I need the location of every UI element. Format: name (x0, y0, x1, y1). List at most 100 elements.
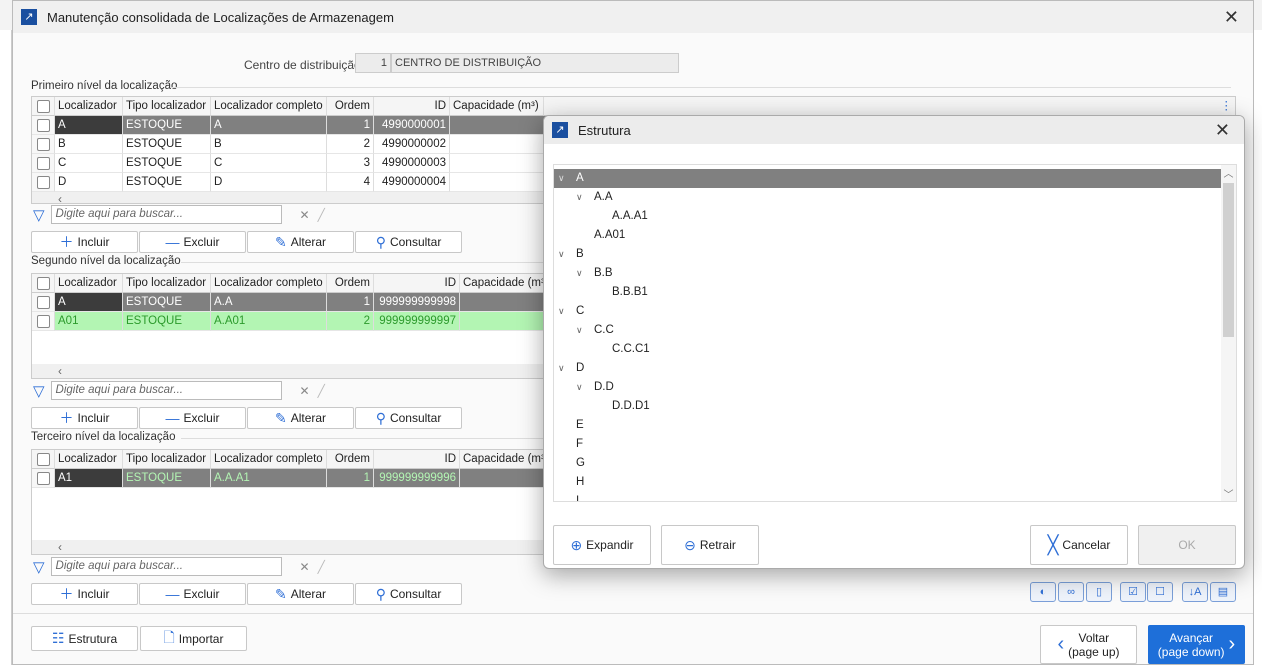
row-checkbox[interactable] (36, 296, 50, 309)
column-header[interactable]: Localizador completo (211, 274, 327, 293)
column-header[interactable]: Ordem (327, 274, 374, 293)
column-header[interactable]: Localizador completo (211, 97, 327, 116)
close-icon[interactable]: ✕ (1215, 120, 1230, 141)
level-3-title: Terceiro nível da localização (31, 431, 176, 443)
tree-node[interactable]: ∨ D.D (554, 378, 1222, 397)
edit-button[interactable]: ✎ Alterar (247, 231, 354, 253)
sort-az-icon[interactable]: ↓A (1182, 582, 1208, 602)
select-all-checkbox[interactable] (36, 277, 50, 290)
palette-icon[interactable]: ◐ (1030, 582, 1056, 602)
clear-icon[interactable]: ✕ (300, 384, 310, 398)
filter-icon[interactable]: ▽ (33, 558, 45, 576)
row-checkbox[interactable] (36, 119, 50, 132)
tree-node[interactable]: E (554, 416, 1222, 435)
chevron-down-icon[interactable]: ∨ (576, 188, 583, 207)
add-button[interactable]: ＋ Incluir (31, 231, 138, 253)
column-header[interactable]: Ordem (327, 97, 374, 116)
search-input[interactable]: Digite aqui para buscar... (50, 205, 282, 224)
column-header[interactable]: ID (374, 274, 460, 293)
tree-node[interactable]: ∨ D (554, 359, 1222, 378)
column-header[interactable]: Localizador completo (211, 450, 327, 469)
close-icon[interactable]: ✕ (1224, 7, 1239, 28)
chevron-down-icon[interactable]: ∨ (576, 321, 583, 340)
column-header[interactable]: Tipo localizador (123, 97, 211, 116)
tree-node[interactable]: I (554, 492, 1222, 501)
tree-node[interactable]: A.A.A1 (554, 207, 1222, 226)
column-header[interactable]: Capacidade (m³) (460, 450, 544, 469)
row-checkbox[interactable] (36, 157, 50, 170)
edit-button[interactable]: ✎ Alterar (247, 583, 354, 605)
structure-button[interactable]: ☷ Estrutura (31, 626, 138, 651)
search-input[interactable]: Digite aqui para buscar... (50, 557, 282, 576)
column-header[interactable]: Ordem (327, 450, 374, 469)
column-header[interactable]: Localizador (55, 274, 123, 293)
column-header[interactable]: Localizador (55, 450, 123, 469)
chevron-down-icon[interactable]: ∨ (576, 264, 583, 283)
tree-node[interactable]: ∨ C.C (554, 321, 1222, 340)
tree-node[interactable]: C.C.C1 (554, 340, 1222, 359)
clear-icon[interactable]: ✕ (300, 208, 310, 222)
tree-node[interactable]: ∨ A (554, 169, 1222, 188)
expand-icon: ⊕ (570, 536, 583, 553)
minus-icon: — (165, 410, 180, 426)
binoculars-icon[interactable]: ∞ (1058, 582, 1084, 602)
add-button[interactable]: ＋ Incluir (31, 407, 138, 429)
cell-ordem: 1 (327, 469, 374, 488)
delete-button[interactable]: — Excluir (139, 407, 246, 429)
chevron-down-icon[interactable]: ∨ (558, 302, 565, 321)
chevron-down-icon[interactable]: ∨ (558, 245, 565, 264)
filter-icon[interactable]: ▽ (33, 206, 45, 224)
clear-icon[interactable]: ✕ (300, 560, 310, 574)
next-button[interactable]: Avançar (page down) › (1148, 625, 1245, 664)
tree-node[interactable]: ∨ B.B (554, 264, 1222, 283)
export-xls-icon[interactable]: ▯ (1086, 582, 1112, 602)
structure-tree[interactable]: ∨ A ∨ A.A A.A.A1 A.A01 ∨ B ∨ B.B B.B.B1 ∨ C ∨ C.C C.C.C… (553, 164, 1237, 502)
check-all-icon[interactable]: ☑ (1120, 582, 1146, 602)
delete-button[interactable]: — Excluir (139, 583, 246, 605)
cancel-button[interactable]: ╳ Cancelar (1030, 525, 1128, 565)
row-checkbox[interactable] (36, 176, 50, 189)
cell-completo: D (211, 173, 327, 192)
tree-node[interactable]: ∨ C (554, 302, 1222, 321)
column-header[interactable]: ID (374, 450, 460, 469)
column-header[interactable]: Localizador (55, 97, 123, 116)
query-button[interactable]: ⚲ Consultar (355, 407, 462, 429)
column-header[interactable]: Tipo localizador (123, 274, 211, 293)
filter-icon[interactable]: ▽ (33, 382, 45, 400)
tree-node[interactable]: F (554, 435, 1222, 454)
column-header[interactable]: Capacidade (m³) (450, 97, 544, 116)
tree-node[interactable]: H (554, 473, 1222, 492)
layout-icon[interactable]: ▤ (1210, 582, 1236, 602)
select-all-checkbox[interactable] (36, 453, 50, 466)
ok-button[interactable]: OK (1138, 525, 1236, 565)
query-button[interactable]: ⚲ Consultar (355, 583, 462, 605)
row-checkbox[interactable] (36, 138, 50, 151)
import-button[interactable]: 🗋 Importar (140, 626, 247, 651)
row-checkbox[interactable] (36, 315, 50, 328)
tree-node[interactable]: ∨ B (554, 245, 1222, 264)
tree-node[interactable]: ∨ A.A (554, 188, 1222, 207)
query-button[interactable]: ⚲ Consultar (355, 231, 462, 253)
select-all-checkbox[interactable] (36, 100, 50, 113)
uncheck-all-icon[interactable]: ☐ (1147, 582, 1173, 602)
collapse-button[interactable]: ⊖ Retrair (661, 525, 759, 565)
chevron-down-icon[interactable]: ∨ (558, 359, 565, 378)
search-input[interactable]: Digite aqui para buscar... (50, 381, 282, 400)
chevron-down-icon[interactable]: ∨ (576, 378, 583, 397)
add-button[interactable]: ＋ Incluir (31, 583, 138, 605)
column-header[interactable]: ID (374, 97, 450, 116)
edit-button[interactable]: ✎ Alterar (247, 407, 354, 429)
chevron-down-icon[interactable]: ∨ (558, 169, 565, 188)
back-button[interactable]: ‹ Voltar (page up) (1040, 625, 1137, 664)
row-checkbox[interactable] (36, 472, 50, 485)
tree-node[interactable]: B.B.B1 (554, 283, 1222, 302)
tree-node[interactable]: D.D.D1 (554, 397, 1222, 416)
tree-scrollbar[interactable]: ︿ ﹀ (1221, 165, 1236, 501)
tree-node[interactable]: G (554, 454, 1222, 473)
delete-button[interactable]: — Excluir (139, 231, 246, 253)
column-header[interactable]: Capacidade (m³) (460, 274, 544, 293)
expand-button[interactable]: ⊕ Expandir (553, 525, 651, 565)
tree-node[interactable]: A.A01 (554, 226, 1222, 245)
column-header[interactable]: Tipo localizador (123, 450, 211, 469)
background-left-panel (0, 30, 12, 665)
